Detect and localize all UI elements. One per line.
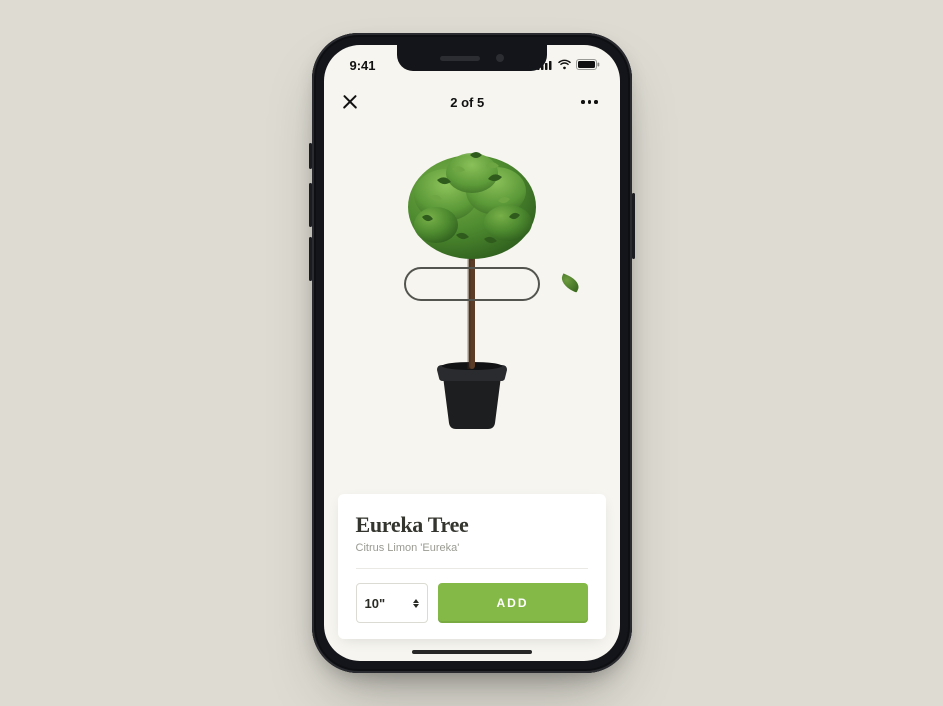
speaker (440, 56, 480, 61)
battery-icon (576, 58, 600, 73)
product-view: Eureka Tree Citrus Limon 'Eureka' 10" AD… (324, 119, 620, 661)
stepper-chevrons (413, 599, 419, 608)
notch (397, 45, 547, 71)
phone-frame: 9:41 (312, 33, 632, 673)
product-subtitle: Citrus Limon 'Eureka' (356, 542, 588, 554)
drag-pill-outline (404, 267, 540, 301)
size-value: 10" (365, 596, 386, 611)
product-title: Eureka Tree (356, 512, 588, 538)
home-indicator[interactable] (412, 650, 532, 654)
more-options-button[interactable] (577, 96, 602, 108)
front-camera (496, 54, 504, 62)
chevron-up-icon (413, 599, 419, 603)
silence-switch (309, 143, 312, 169)
status-right (537, 58, 600, 73)
wifi-icon (557, 58, 572, 73)
divider (356, 568, 588, 569)
card-actions: 10" ADD (356, 583, 588, 623)
page-counter: 2 of 5 (450, 95, 484, 110)
power-button (632, 193, 635, 259)
product-card: Eureka Tree Citrus Limon 'Eureka' 10" AD… (338, 494, 606, 639)
close-button[interactable] (342, 94, 358, 110)
screen: 9:41 (324, 45, 620, 661)
status-time: 9:41 (350, 58, 376, 73)
nav-bar: 2 of 5 (324, 85, 620, 119)
volume-down (309, 237, 312, 281)
add-button[interactable]: ADD (438, 583, 588, 623)
volume-up (309, 183, 312, 227)
chevron-down-icon (413, 604, 419, 608)
size-stepper[interactable]: 10" (356, 583, 428, 623)
